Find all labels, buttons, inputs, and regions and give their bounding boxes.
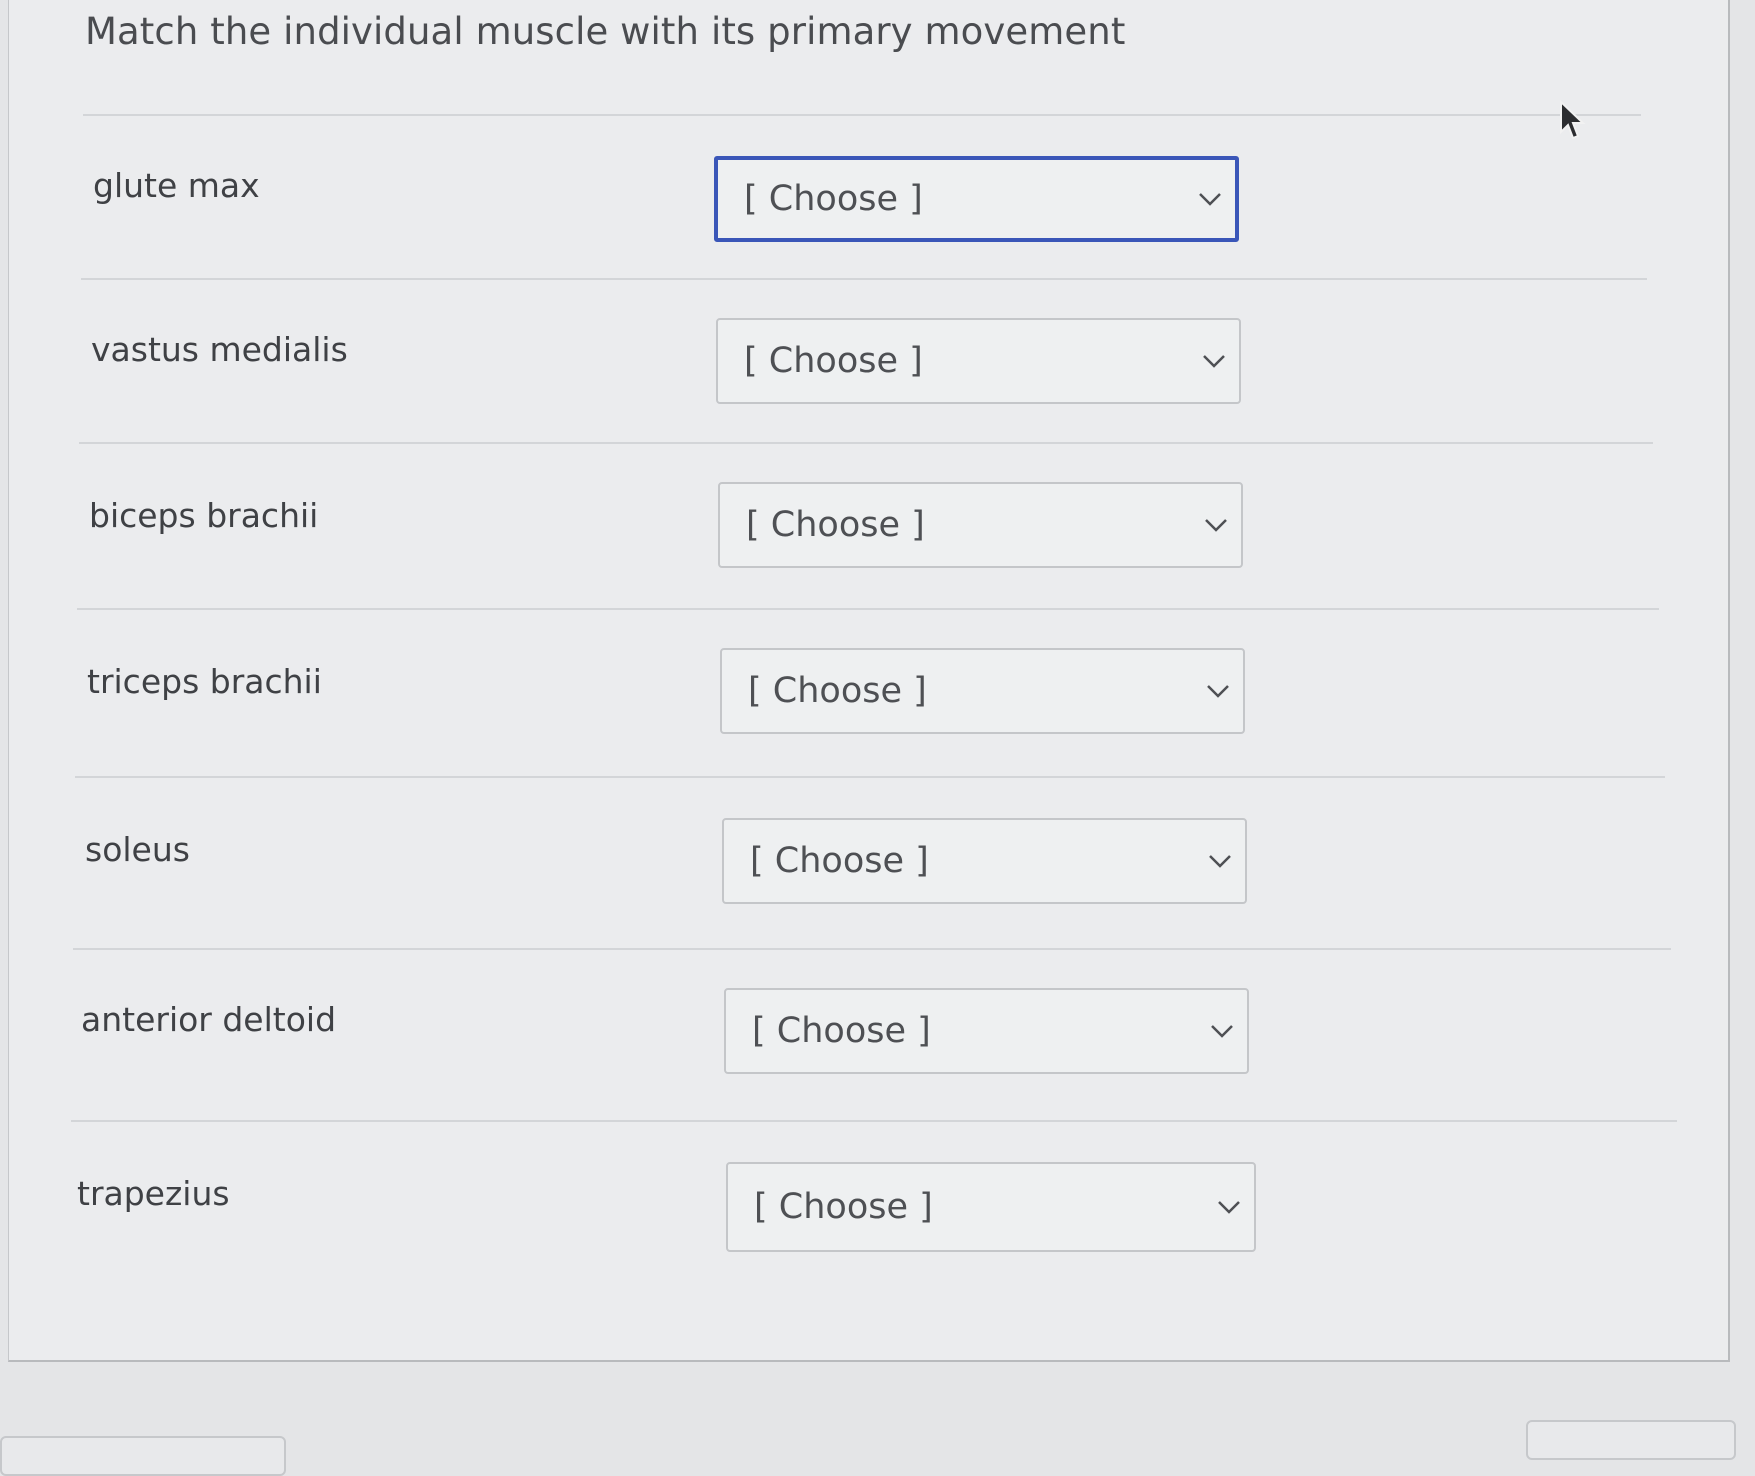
divider	[79, 442, 1653, 444]
chevron-down-icon	[1203, 355, 1225, 368]
next-button[interactable]	[1526, 1420, 1736, 1460]
muscle-label: trapezius	[77, 1174, 230, 1213]
match-row: glute max [ Choose ]	[9, 136, 1731, 286]
chevron-down-icon	[1211, 1025, 1233, 1038]
muscle-label: anterior deltoid	[81, 1000, 337, 1039]
select-value: [ Choose ]	[754, 1187, 933, 1227]
chevron-down-icon	[1218, 1201, 1240, 1214]
mouse-cursor-icon	[1560, 100, 1586, 140]
divider	[83, 114, 1641, 116]
divider	[77, 608, 1659, 610]
match-row: vastus medialis [ Choose ]	[9, 300, 1731, 450]
movement-select[interactable]: [ Choose ]	[720, 648, 1245, 734]
divider	[71, 1120, 1677, 1122]
match-row: anterior deltoid [ Choose ]	[9, 970, 1731, 1120]
chevron-down-icon	[1205, 519, 1227, 532]
select-value: [ Choose ]	[746, 505, 925, 545]
muscle-label: triceps brachii	[87, 662, 322, 701]
match-row: triceps brachii [ Choose ]	[9, 632, 1731, 782]
chevron-down-icon	[1207, 685, 1229, 698]
divider	[81, 278, 1647, 280]
select-value: [ Choose ]	[752, 1011, 931, 1051]
movement-select[interactable]: [ Choose ]	[726, 1162, 1256, 1252]
previous-button[interactable]	[0, 1436, 286, 1476]
muscle-label: vastus medialis	[91, 330, 348, 369]
divider	[75, 776, 1665, 778]
select-value: [ Choose ]	[744, 179, 923, 219]
match-row: soleus [ Choose ]	[9, 800, 1731, 950]
question-title: Match the individual muscle with its pri…	[85, 10, 1126, 53]
movement-select[interactable]: [ Choose ]	[716, 318, 1241, 404]
chevron-down-icon	[1199, 193, 1221, 206]
movement-select[interactable]: [ Choose ]	[714, 156, 1239, 242]
match-row: biceps brachii [ Choose ]	[9, 466, 1731, 616]
match-row: trapezius [ Choose ]	[9, 1144, 1731, 1294]
divider	[73, 948, 1671, 950]
muscle-label: biceps brachii	[89, 496, 319, 535]
select-value: [ Choose ]	[750, 841, 929, 881]
movement-select[interactable]: [ Choose ]	[722, 818, 1247, 904]
question-card: Match the individual muscle with its pri…	[8, 0, 1730, 1362]
chevron-down-icon	[1209, 855, 1231, 868]
select-value: [ Choose ]	[744, 341, 923, 381]
muscle-label: glute max	[93, 166, 260, 205]
muscle-label: soleus	[85, 830, 190, 869]
movement-select[interactable]: [ Choose ]	[724, 988, 1249, 1074]
movement-select[interactable]: [ Choose ]	[718, 482, 1243, 568]
select-value: [ Choose ]	[748, 671, 927, 711]
